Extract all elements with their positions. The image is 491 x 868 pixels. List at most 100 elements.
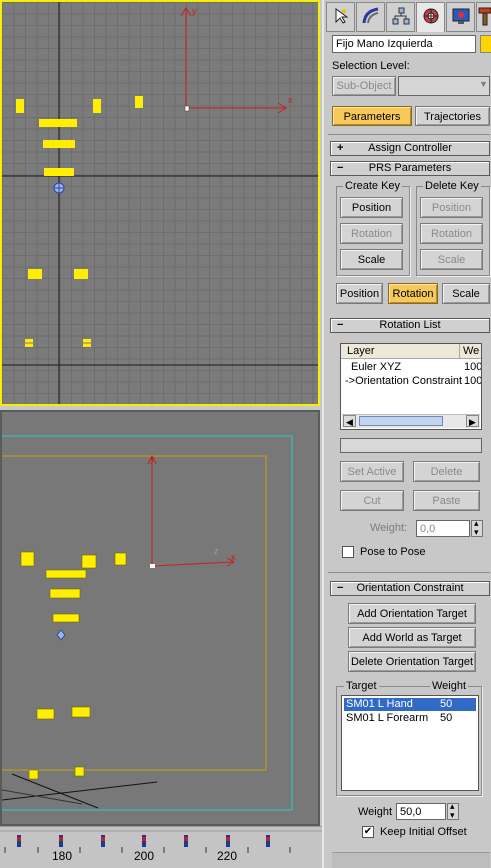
sub-object-dropdown[interactable]	[398, 76, 490, 96]
sub-object-button[interactable]: Sub-Object	[332, 76, 396, 96]
scale-mode-button[interactable]: Scale	[442, 283, 490, 304]
create-tab[interactable]	[326, 2, 355, 32]
collapse-minus-icon: −	[337, 582, 344, 594]
selected-bones-3d[interactable]	[20, 551, 127, 780]
pivot-gizmo-icon[interactable]	[53, 182, 65, 194]
top-viewport[interactable]: x y	[0, 0, 320, 406]
target-weight-field[interactable]: 50,0	[396, 803, 446, 820]
modify-curve-icon	[361, 6, 381, 29]
timeline-ruler[interactable]: 180 200 220	[0, 826, 322, 868]
rotation-list-header: Layer We	[341, 344, 481, 359]
keep-initial-offset-label: Keep Initial Offset	[380, 826, 467, 838]
motion-tab[interactable]	[416, 2, 445, 32]
layer-name: Euler XYZ	[351, 361, 402, 373]
horizontal-scrollbar[interactable]: ◀ ▶	[342, 414, 480, 428]
rotation-list-row[interactable]: Euler XYZ 100	[343, 361, 482, 374]
top-x-axis-label: x	[288, 95, 293, 105]
delete-orientation-target-button[interactable]: Delete Orientation Target	[348, 651, 476, 672]
command-panel: Fijo Mano Izquierda Selection Level: Sub…	[322, 0, 491, 868]
pose-to-pose-label: Pose to Pose	[360, 546, 426, 558]
persp-x-axis-label: x	[231, 552, 236, 562]
rotation-list-box[interactable]: Layer We Euler XYZ 100 ->Orientation Con…	[340, 343, 482, 430]
target-weight: 50	[440, 712, 453, 724]
orientation-target-list[interactable]: SM01 L Hand 50 SM01 L Forearm 50	[341, 695, 479, 791]
timeline-ticks	[0, 830, 322, 853]
object-color-swatch[interactable]	[480, 35, 491, 53]
persp-y-axis-label: y	[150, 454, 155, 464]
rotation-list-title: Rotation List	[379, 319, 441, 331]
hierarchy-tree-icon	[391, 6, 411, 29]
rotation-list-row[interactable]: ->Orientation Constraint 100	[343, 375, 481, 388]
layer-weight-spinner-field[interactable]: 0,0	[416, 520, 470, 537]
panel-bottom-bar	[332, 852, 490, 868]
pivot-gizmo-3d-icon[interactable]	[56, 629, 66, 641]
set-active-button[interactable]: Set Active	[340, 461, 404, 482]
create-key-title: Create Key	[343, 180, 403, 192]
perspective-viewport[interactable]: y x z	[0, 410, 320, 826]
modify-tab[interactable]	[356, 2, 385, 32]
position-mode-button[interactable]: Position	[336, 283, 383, 304]
create-rotation-key-button[interactable]: Rotation	[340, 223, 403, 244]
keep-initial-offset-checkbox[interactable]: ✔	[362, 826, 374, 838]
target-list-item[interactable]: SM01 L Hand 50	[344, 698, 476, 711]
scroll-thumb[interactable]	[359, 416, 443, 426]
panel-divider	[328, 134, 490, 135]
target-weight-spinner[interactable]	[447, 801, 459, 821]
checkmark-icon: ✔	[363, 826, 373, 837]
orientation-constraint-title: Orientation Constraint	[356, 582, 464, 594]
add-world-target-button[interactable]: Add World as Target	[348, 627, 476, 648]
utilities-tab[interactable]	[476, 2, 491, 32]
max-workspace: x y y x z 180 200 220 Fijo Mano Izquierd…	[0, 0, 491, 868]
display-monitor-icon	[451, 6, 471, 29]
delete-position-key-button[interactable]: Position	[420, 197, 483, 218]
target-column-header: Target	[344, 680, 379, 692]
prs-parameters-title: PRS Parameters	[368, 162, 452, 174]
layer-column-header[interactable]: Layer	[347, 345, 375, 357]
target-weight-label: Weight	[358, 806, 393, 818]
scroll-right-icon[interactable]: ▶	[466, 415, 479, 427]
delete-rotation-key-button[interactable]: Rotation	[420, 223, 483, 244]
rotation-mode-button[interactable]: Rotation	[388, 283, 438, 304]
layer-weight: 100	[464, 361, 482, 373]
layer-weight-spinner[interactable]	[471, 518, 483, 538]
hierarchy-tab[interactable]	[386, 2, 415, 32]
expand-plus-icon: +	[337, 142, 344, 154]
paste-layer-button[interactable]: Paste	[413, 490, 480, 511]
create-scale-key-button[interactable]: Scale	[340, 249, 403, 270]
object-name-field[interactable]: Fijo Mano Izquierda	[332, 35, 476, 53]
weight-column-header[interactable]: We	[463, 345, 479, 357]
target-weight: 50	[440, 698, 453, 710]
collapse-minus-icon: −	[337, 319, 344, 331]
parameters-button[interactable]: Parameters	[332, 106, 412, 126]
display-tab[interactable]	[446, 2, 475, 32]
persp-z-axis-label: z	[214, 546, 219, 556]
delete-key-title: Delete Key	[423, 180, 481, 192]
layer-name: ->Orientation Constraint	[345, 375, 463, 387]
target-weight-column-header: Weight	[430, 680, 469, 692]
target-name: SM01 L Hand	[346, 698, 413, 710]
trajectories-button[interactable]: Trajectories	[415, 106, 490, 126]
chevron-down-icon: ▼	[479, 79, 488, 89]
create-position-key-button[interactable]: Position	[340, 197, 403, 218]
top-viewport-canvas: x y	[2, 2, 318, 404]
cut-layer-button[interactable]: Cut	[340, 490, 404, 511]
column-divider	[459, 344, 460, 359]
layer-name-field[interactable]	[340, 438, 482, 453]
panel-divider	[328, 572, 490, 573]
scroll-left-icon[interactable]: ◀	[343, 415, 356, 427]
rotation-list-rollout[interactable]: − Rotation List	[330, 318, 490, 333]
orientation-constraint-rollout[interactable]: − Orientation Constraint	[330, 581, 490, 596]
assign-controller-rollout[interactable]: + Assign Controller	[330, 141, 490, 156]
timeline-tick-220: 220	[217, 849, 238, 863]
timeline-tick-180: 180	[52, 849, 73, 863]
selected-bones[interactable]	[16, 96, 143, 347]
add-orientation-target-button[interactable]: Add Orientation Target	[348, 603, 476, 624]
layer-weight-label: Weight:	[370, 522, 408, 534]
perspective-viewport-canvas: y x z	[2, 435, 293, 811]
delete-layer-button[interactable]: Delete	[413, 461, 480, 482]
target-list-item[interactable]: SM01 L Forearm 50	[344, 712, 476, 725]
pose-to-pose-checkbox[interactable]	[342, 546, 354, 558]
delete-scale-key-button[interactable]: Scale	[420, 249, 483, 270]
target-name: SM01 L Forearm	[346, 712, 429, 724]
prs-parameters-rollout[interactable]: − PRS Parameters	[330, 161, 490, 176]
